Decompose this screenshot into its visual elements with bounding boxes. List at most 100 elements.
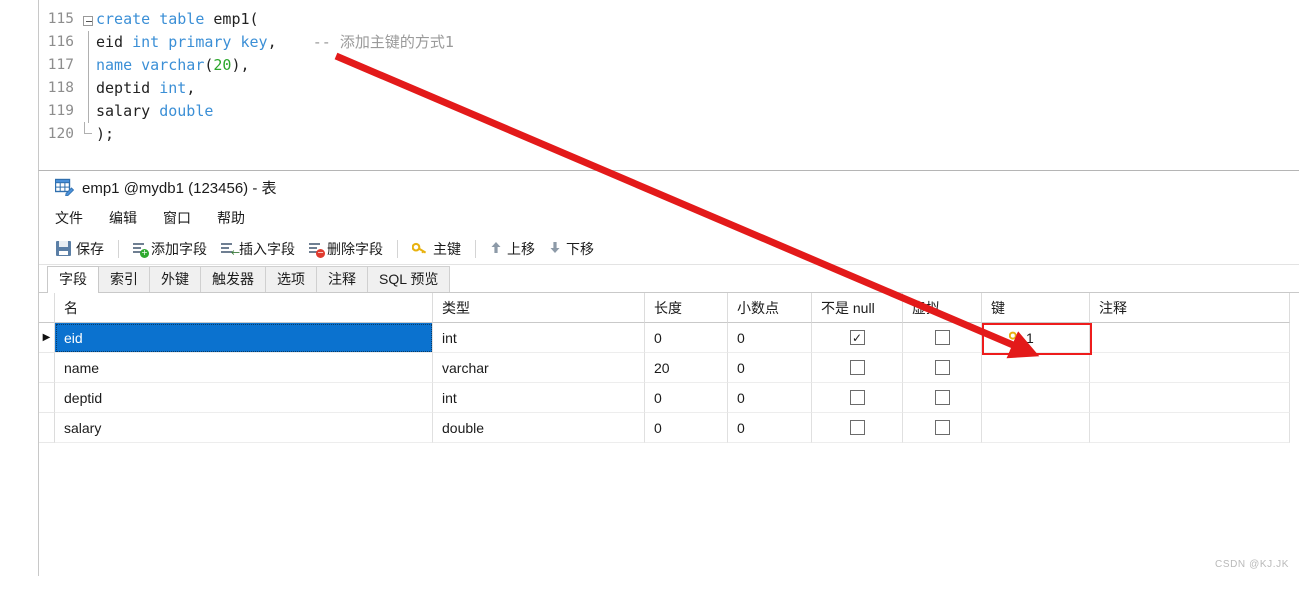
toolbar-button-label: 插入字段 <box>239 240 295 257</box>
code-text: create table emp1( <box>96 10 259 28</box>
cell-field-type[interactable]: double <box>433 413 645 443</box>
grid-header-gutter <box>39 293 55 323</box>
toolbar-primary-key[interactable]: 主键 <box>405 236 468 262</box>
not-null-checkbox[interactable] <box>849 420 865 435</box>
watermark-corner: CSDN @KJ.JK <box>1215 559 1289 570</box>
cell-field-type[interactable]: varchar <box>433 353 645 383</box>
tab-注释[interactable]: 注释 <box>316 266 368 292</box>
cell-comment[interactable] <box>1090 413 1290 443</box>
cell-field-length[interactable]: 0 <box>645 413 728 443</box>
cell-not-null[interactable] <box>812 383 903 413</box>
cell-virtual[interactable] <box>903 383 982 413</box>
key-icon <box>411 242 428 256</box>
virtual-checkbox[interactable] <box>934 420 950 435</box>
menu-window[interactable]: 窗口 <box>163 208 191 228</box>
not-null-checkbox[interactable] <box>849 360 865 375</box>
toolbar-insert-field[interactable]: ← 插入字段 <box>214 236 302 262</box>
delete-field-icon: − <box>309 242 325 258</box>
column-header[interactable]: 不是 null <box>812 293 903 323</box>
cell-key[interactable] <box>982 353 1090 383</box>
insert-field-icon: ← <box>221 242 240 258</box>
code-text: deptid int, <box>96 79 196 97</box>
cell-field-type[interactable]: int <box>433 383 645 413</box>
code-line: 120); <box>44 122 454 146</box>
menu-edit[interactable]: 编辑 <box>109 208 137 228</box>
cell-comment[interactable] <box>1090 323 1290 353</box>
virtual-checkbox[interactable] <box>934 330 950 345</box>
toolbar-save[interactable]: 保存 <box>49 236 111 262</box>
cell-comment[interactable] <box>1090 353 1290 383</box>
row-selector[interactable]: ▶ <box>39 323 55 353</box>
tab-索引[interactable]: 索引 <box>98 266 150 292</box>
cell-key[interactable] <box>982 383 1090 413</box>
code-line: 117 name varchar(20), <box>44 54 454 77</box>
cell-key[interactable] <box>982 413 1090 443</box>
virtual-checkbox[interactable] <box>934 390 950 405</box>
cell-not-null[interactable]: ✓ <box>812 323 903 353</box>
cell-virtual[interactable] <box>903 353 982 383</box>
tab-label: 注释 <box>328 271 356 287</box>
menu-bar: 文件 编辑 窗口 帮助 <box>39 203 1299 233</box>
line-number: 119 <box>47 103 74 119</box>
column-header[interactable]: 小数点 <box>728 293 812 323</box>
cell-field-name[interactable]: salary <box>55 413 433 443</box>
menu-file[interactable]: 文件 <box>55 208 83 228</box>
cell-field-name[interactable]: name <box>55 353 433 383</box>
tab-label: 触发器 <box>212 271 254 287</box>
toolbar-button-label: 保存 <box>76 240 104 257</box>
code-text: eid int primary key, -- 添加主键的方式1 <box>96 33 454 51</box>
code-text: salary double <box>96 102 214 120</box>
tab-字段[interactable]: 字段 <box>47 266 99 293</box>
not-null-checkbox[interactable]: ✓ <box>849 330 865 345</box>
table-row[interactable]: deptid int 0 0 <box>39 383 1299 413</box>
table-row[interactable]: salary double 0 0 <box>39 413 1299 443</box>
key-icon <box>1008 331 1023 345</box>
cell-virtual[interactable] <box>903 323 982 353</box>
code-line: 118 deptid int, <box>44 77 454 100</box>
cell-comment[interactable] <box>1090 383 1290 413</box>
cell-field-decimals[interactable]: 0 <box>728 353 812 383</box>
tab-label: 字段 <box>59 271 87 287</box>
cell-field-decimals[interactable]: 0 <box>728 383 812 413</box>
cell-field-decimals[interactable]: 0 <box>728 323 812 353</box>
tab-SQL 预览[interactable]: SQL 预览 <box>367 266 451 292</box>
toolbar-move-down[interactable]: 下移 <box>542 236 601 262</box>
sql-code-editor[interactable]: 115 create table emp1(116 eid int primary … <box>38 0 1299 170</box>
cell-virtual[interactable] <box>903 413 982 443</box>
cell-key[interactable]: 1 <box>982 323 1090 353</box>
column-header[interactable]: 类型 <box>433 293 645 323</box>
virtual-checkbox[interactable] <box>934 360 950 375</box>
tab-label: SQL 预览 <box>379 271 439 287</box>
row-selector[interactable] <box>39 353 55 383</box>
column-header[interactable]: 长度 <box>645 293 728 323</box>
cell-not-null[interactable] <box>812 413 903 443</box>
toolbar-move-up[interactable]: 上移 <box>483 236 542 262</box>
cell-field-length[interactable]: 0 <box>645 323 728 353</box>
column-header[interactable]: 注释 <box>1090 293 1290 323</box>
tab-选项[interactable]: 选项 <box>265 266 317 292</box>
tab-触发器[interactable]: 触发器 <box>200 266 266 292</box>
menu-help[interactable]: 帮助 <box>217 208 245 228</box>
toolbar-button-label: 添加字段 <box>151 240 207 257</box>
cell-field-decimals[interactable]: 0 <box>728 413 812 443</box>
row-selector[interactable] <box>39 383 55 413</box>
toolbar-delete-field[interactable]: − 删除字段 <box>302 236 390 262</box>
column-header[interactable]: 名 <box>55 293 433 323</box>
column-header[interactable]: 键 <box>982 293 1090 323</box>
cell-field-name[interactable]: eid <box>55 323 433 353</box>
table-row[interactable]: name varchar 20 0 <box>39 353 1299 383</box>
not-null-checkbox[interactable] <box>849 390 865 405</box>
cell-field-length[interactable]: 0 <box>645 383 728 413</box>
fold-collapse-icon[interactable] <box>80 8 96 31</box>
tab-外键[interactable]: 外键 <box>149 266 201 292</box>
cell-field-length[interactable]: 20 <box>645 353 728 383</box>
cell-not-null[interactable] <box>812 353 903 383</box>
cell-field-name[interactable]: deptid <box>55 383 433 413</box>
toolbar-add-field[interactable]: + 添加字段 <box>126 236 214 262</box>
row-selector[interactable] <box>39 413 55 443</box>
column-header[interactable]: 虚拟 <box>903 293 982 323</box>
cell-field-type[interactable]: int <box>433 323 645 353</box>
fold-end-icon <box>80 122 96 146</box>
table-row[interactable]: ▶ eid int 0 0 ✓ 1 <box>39 323 1299 353</box>
code-line: 116 eid int primary key, -- 添加主键的方式1 <box>44 31 454 54</box>
